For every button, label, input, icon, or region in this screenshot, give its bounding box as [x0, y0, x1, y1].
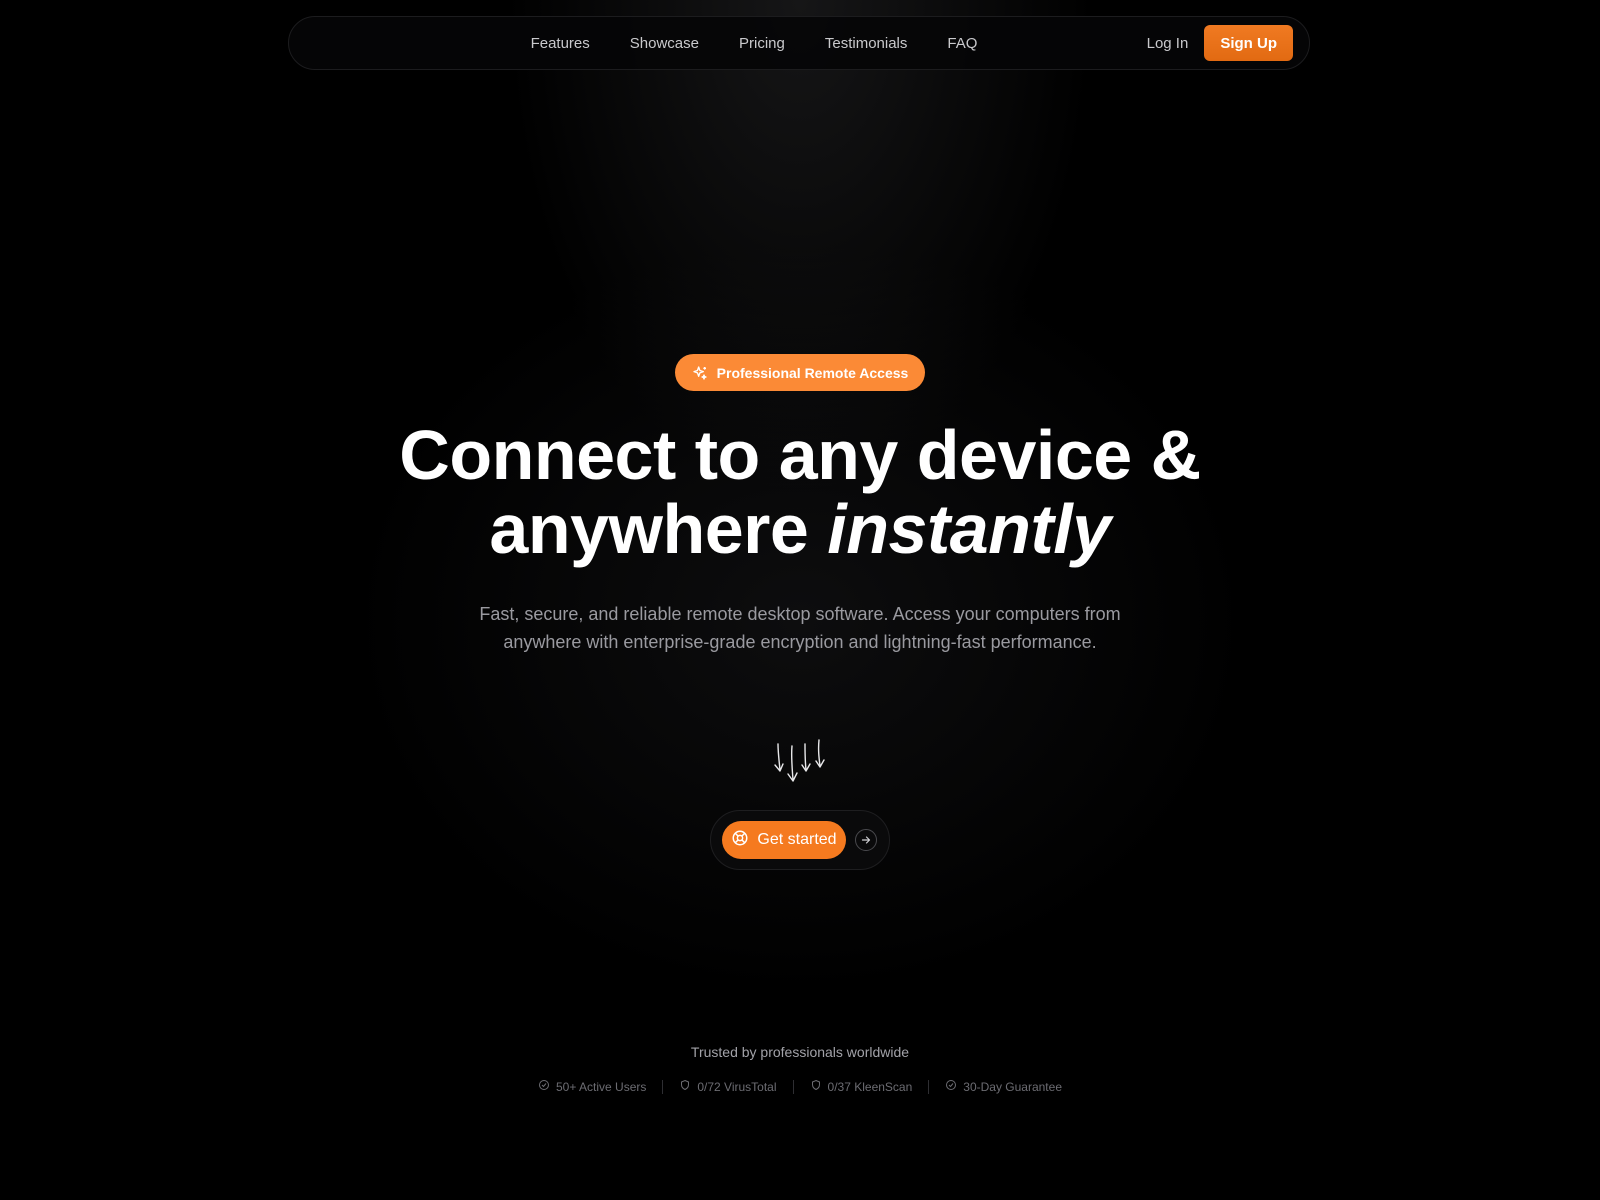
badge-label: Professional Remote Access	[716, 364, 909, 381]
stat-kleenscan: 0/37 KleenScan	[794, 1079, 929, 1094]
landing-page: Features Showcase Pricing Testimonials F…	[0, 0, 1600, 1200]
hero-subtext: Fast, secure, and reliable remote deskto…	[0, 600, 1600, 656]
shield-icon	[810, 1079, 822, 1094]
shield-icon	[679, 1079, 691, 1094]
stat-label: 0/72 VirusTotal	[697, 1079, 777, 1094]
stat-label: 30-Day Guarantee	[963, 1079, 1062, 1094]
headline-plain-word: anywhere	[489, 490, 809, 568]
subtext-line-1: Fast, secure, and reliable remote deskto…	[479, 604, 1121, 624]
hand-drawn-arrows-icon	[770, 738, 830, 793]
trust-stats: 50+ Active Users 0/72 VirusTotal 0/37 Kl…	[0, 1079, 1600, 1094]
lifebuoy-icon	[731, 829, 749, 852]
trusted-title: Trusted by professionals worldwide	[690, 1044, 910, 1060]
headline-line-2: anywhere instantly	[0, 492, 1600, 566]
headline-line-1: Connect to any device &	[399, 416, 1201, 494]
nav-link-pricing[interactable]: Pricing	[739, 35, 785, 52]
stat-virustotal: 0/72 VirusTotal	[663, 1079, 792, 1094]
subtext-line-2: anywhere with enterprise-grade encryptio…	[503, 632, 1097, 652]
stat-guarantee: 30-Day Guarantee	[929, 1079, 1078, 1094]
nav-link-faq[interactable]: FAQ	[947, 35, 977, 52]
sparkle-icon	[692, 365, 708, 381]
stat-active-users: 50+ Active Users	[522, 1079, 662, 1094]
login-link[interactable]: Log In	[1147, 35, 1189, 52]
nav-link-features[interactable]: Features	[531, 35, 590, 52]
nav-link-testimonials[interactable]: Testimonials	[825, 35, 908, 52]
stat-label: 50+ Active Users	[555, 1079, 647, 1094]
arrow-right-icon[interactable]	[855, 829, 877, 851]
get-started-button[interactable]: Get started	[722, 821, 846, 859]
stat-label: 0/37 KleenScan	[827, 1079, 913, 1094]
top-navbar: Features Showcase Pricing Testimonials F…	[288, 16, 1310, 70]
get-started-label: Get started	[757, 831, 837, 848]
nav-auth: Log In Sign Up	[1147, 25, 1293, 61]
cta-group: Get started	[710, 810, 890, 870]
hero-badge: Professional Remote Access	[675, 354, 925, 391]
headline-italic-word: instantly	[827, 490, 1111, 568]
hero-headline: Connect to any device & anywhere instant…	[0, 418, 1600, 566]
check-circle-icon	[945, 1079, 957, 1094]
nav-link-showcase[interactable]: Showcase	[630, 35, 699, 52]
signup-button[interactable]: Sign Up	[1204, 25, 1293, 61]
nav-links: Features Showcase Pricing Testimonials F…	[199, 17, 1309, 69]
check-circle-icon	[538, 1079, 550, 1094]
